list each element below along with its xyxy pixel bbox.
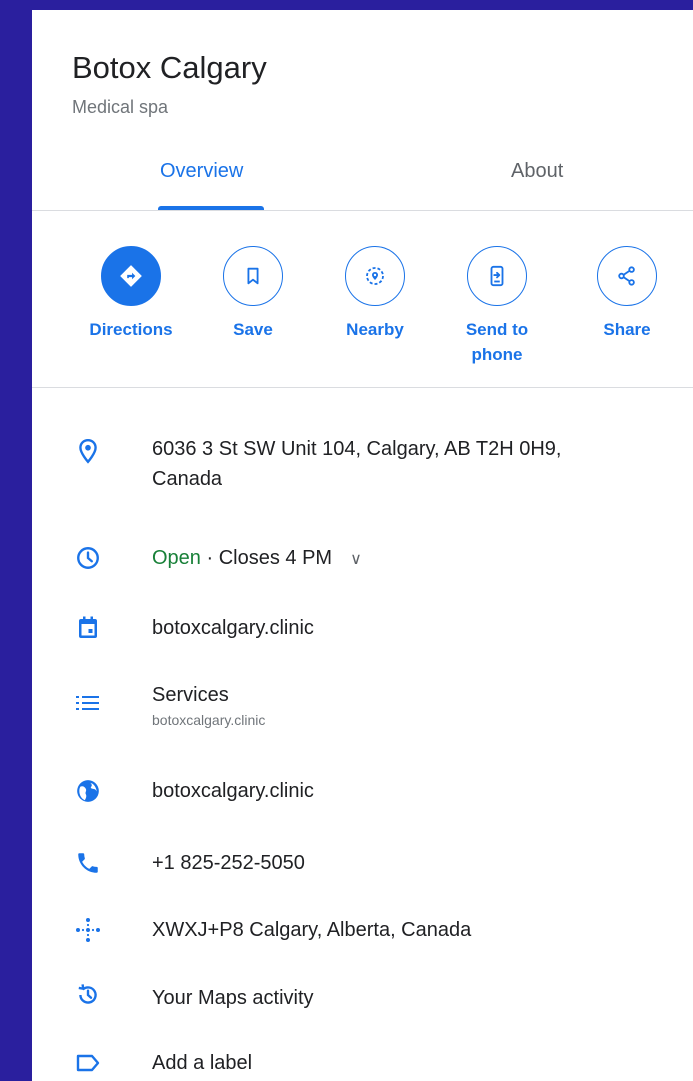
website-link[interactable]: botoxcalgary.clinic: [152, 776, 314, 806]
nearby-button[interactable]: Nearby: [320, 246, 430, 342]
address-line1: 6036 3 St SW Unit 104, Calgary, AB T2H 0…: [152, 438, 562, 460]
clock-icon: [74, 544, 102, 572]
list-icon: [74, 689, 102, 717]
hours-text: Open · Closes 4 PM ∨: [152, 543, 362, 575]
tabs-divider: [32, 210, 693, 211]
place-category: Medical spa: [72, 97, 169, 117]
services-text: Services botoxcalgary.clinic: [152, 680, 265, 730]
send-to-phone-icon: [467, 246, 527, 306]
bookmark-icon: [223, 246, 283, 306]
share-label: Share: [603, 320, 651, 339]
label-tag-icon: [74, 1049, 102, 1077]
plus-code-text: XWXJ+P8 Calgary, Alberta, Canada: [152, 919, 472, 941]
open-status: Open: [152, 547, 201, 569]
send-to-phone-label-line1: Send to: [465, 320, 529, 339]
share-icon: [597, 246, 657, 306]
location-pin-icon: [74, 437, 102, 465]
send-to-phone-button[interactable]: Send to phone: [442, 246, 552, 367]
actions-divider: [32, 387, 693, 388]
tab-overview[interactable]: Overview: [160, 160, 243, 183]
add-label-link[interactable]: Add a label: [152, 1048, 252, 1078]
history-icon: [74, 981, 102, 1009]
calendar-icon: [74, 614, 102, 642]
maps-activity-link[interactable]: Your Maps activity: [152, 983, 314, 1013]
share-button[interactable]: Share: [572, 246, 682, 342]
appointment-link[interactable]: botoxcalgary.clinic: [152, 613, 314, 643]
send-to-phone-label: Send to phone: [442, 317, 552, 367]
save-label: Save: [233, 320, 273, 339]
place-title: Botox Calgary: [72, 50, 267, 85]
save-button[interactable]: Save: [198, 246, 308, 342]
services-label: Services: [152, 684, 229, 706]
services-url: botoxcalgary.clinic: [152, 712, 266, 728]
directions-button[interactable]: Directions: [76, 246, 186, 342]
phone-icon: [74, 849, 102, 877]
address-text: 6036 3 St SW Unit 104, Calgary, AB T2H 0…: [152, 434, 561, 494]
chevron-down-icon[interactable]: ∨: [350, 551, 362, 568]
place-panel: Botox Calgary Medical spa Overview About…: [32, 10, 693, 1081]
send-to-phone-label-line2: phone: [471, 345, 523, 364]
phone-number[interactable]: +1 825-252-5050: [152, 848, 305, 878]
directions-icon: [101, 246, 161, 306]
closing-time: · Closes 4 PM: [200, 547, 333, 569]
directions-label: Directions: [89, 320, 173, 339]
plus-code-icon: [74, 916, 102, 944]
nearby-label: Nearby: [346, 320, 404, 339]
nearby-icon: [345, 246, 405, 306]
tab-about[interactable]: About: [511, 160, 563, 183]
address-line2: Canada: [152, 468, 223, 490]
globe-icon: [74, 777, 102, 805]
